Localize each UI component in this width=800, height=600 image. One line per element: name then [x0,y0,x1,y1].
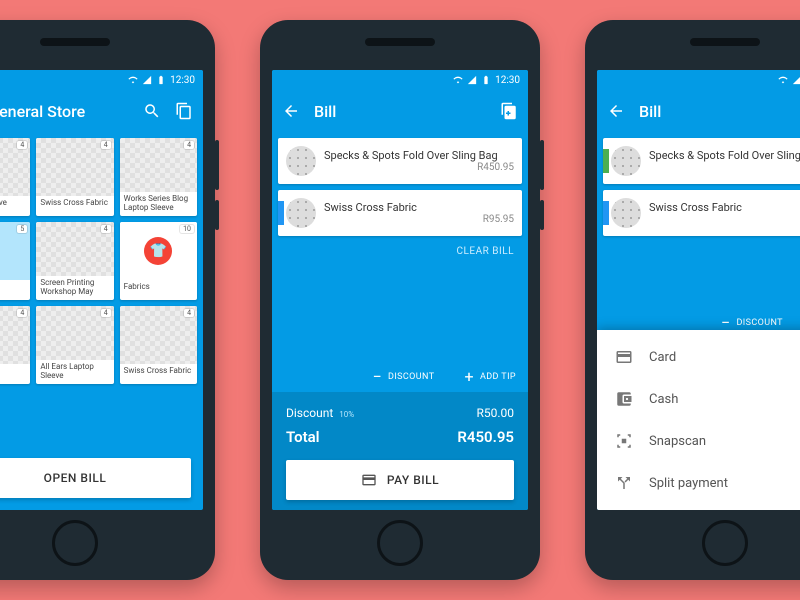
add-tip-button[interactable]: +ADD TIP [464,367,516,386]
product-card[interactable]: 4ck Fabric [0,306,30,384]
discount-button[interactable]: −DISCOUNT [372,367,434,386]
appbar-bill: Bill [597,90,800,132]
card-icon [615,348,633,366]
item-price: R450.95 [324,162,514,173]
product-card[interactable]: 5Covers [0,222,30,300]
open-bill-button[interactable]: OPEN BILL [0,458,191,498]
signal-icon [142,75,152,85]
clear-bill-button[interactable]: CLEA [597,242,800,261]
wifi-icon [778,75,788,85]
status-bar: 12:30 [272,70,528,90]
item-thumb [286,198,316,228]
item-price: R95.95 [324,214,514,225]
bill-title: Bill [639,102,661,121]
bill-item[interactable]: Swiss Cross Fabric R95.95 [278,190,522,236]
wifi-icon [453,75,463,85]
accent [278,201,284,225]
wallet-icon [615,390,633,408]
battery-icon [481,75,491,85]
clear-bill-button[interactable]: CLEAR BILL [272,242,528,261]
phone-store: 12:30 The General Store 4Laptop Sleeve 4… [0,20,215,580]
copy-icon[interactable] [175,102,193,120]
item-name: Specks & Spots Fold Over Sling Bag [324,149,514,162]
signal-icon [792,75,800,85]
back-icon[interactable] [282,102,300,120]
product-card-fabrics[interactable]: 10👕Fabrics [120,222,197,300]
card-icon [361,472,377,488]
appbar-bill: Bill [272,90,528,132]
bill-item[interactable]: Swiss Cross Fabric R95.95 [603,190,800,236]
signal-icon [467,75,477,85]
status-bar: 12:30 [0,70,203,90]
store-title: The General Store [0,102,85,121]
payment-sheet: Card Cash Snapscan Split payment [597,330,800,510]
product-card[interactable]: 4Works Series Blog Laptop Sleeve [120,138,197,216]
wifi-icon [128,75,138,85]
product-card[interactable]: 4Swiss Cross Fabric [120,306,197,384]
phone-bill: 12:30 Bill Specks & Spots Fold Over Slin… [260,20,540,580]
appbar-store: The General Store [0,90,203,132]
pay-bill-button[interactable]: PAY BILL [286,460,514,500]
battery-icon [156,75,166,85]
product-card[interactable]: 4Laptop Sleeve [0,138,30,216]
product-card[interactable]: 4Swiss Cross Fabric [36,138,113,216]
product-grid: 4Laptop Sleeve 4Swiss Cross Fabric 4Work… [0,132,203,390]
shirt-icon: 👕 [144,237,172,265]
bill-item[interactable]: Specks & Spots Fold Over Sling Bag R450.… [278,138,522,184]
search-icon[interactable] [143,102,161,120]
discount-amount: R50.00 [476,406,514,420]
scan-icon [615,432,633,450]
item-thumb [286,146,316,176]
add-copy-icon[interactable] [500,102,518,120]
status-bar: 12:30 [597,70,800,90]
product-card[interactable]: 4All Ears Laptop Sleeve [36,306,113,384]
total-amount: R450.95 [457,428,514,446]
bill-item[interactable]: Specks & Spots Fold Over Sling Bag R450.… [603,138,800,184]
split-icon [615,474,633,492]
product-card[interactable]: 4Screen Printing Workshop May [36,222,113,300]
phone-pay-sheet: 12:30 Bill Specks & Spots Fold Over Slin… [585,20,800,580]
pay-option-snapscan[interactable]: Snapscan [597,420,800,462]
back-icon[interactable] [607,102,625,120]
pay-option-split[interactable]: Split payment [597,462,800,504]
pay-option-cash[interactable]: Cash [597,378,800,420]
totals: Discount10% R50.00 Total R450.95 PAY BIL… [272,392,528,510]
status-time: 12:30 [170,75,195,86]
item-name: Swiss Cross Fabric [324,201,514,214]
pay-option-card[interactable]: Card [597,336,800,378]
bill-title: Bill [314,102,336,121]
status-time: 12:30 [495,75,520,86]
accent [278,149,284,173]
